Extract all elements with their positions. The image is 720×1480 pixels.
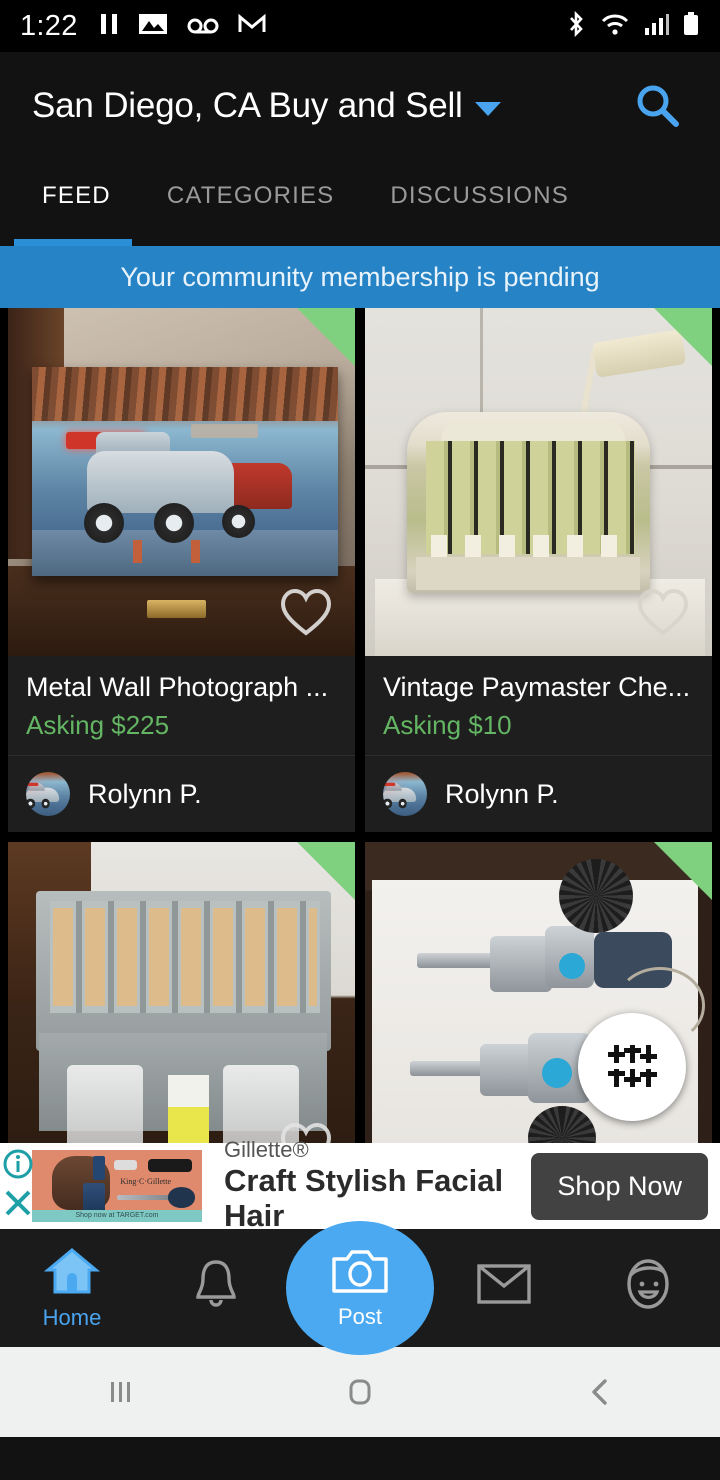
- cellular-signal-icon: [643, 10, 669, 43]
- new-listing-ribbon: [654, 308, 712, 366]
- listing-info: Vintage Paymaster Che... Asking $10: [365, 656, 712, 755]
- page-title[interactable]: San Diego, CA Buy and Sell: [32, 86, 463, 126]
- seller-name: Rolynn P.: [88, 778, 202, 809]
- heart-icon[interactable]: [279, 587, 333, 642]
- home-icon: [43, 1246, 101, 1301]
- pause-icon: [98, 11, 120, 42]
- listing-title: Vintage Paymaster Che...: [383, 672, 691, 702]
- info-icon[interactable]: [2, 1148, 34, 1185]
- ad-copy: Gillette® Craft Stylish Facial Hair: [202, 1138, 515, 1234]
- voicemail-icon: [186, 11, 220, 42]
- feed-list[interactable]: Metal Wall Photograph ... Asking $225 Ro…: [0, 308, 720, 1143]
- list-item[interactable]: Vintage Paymaster Che... Asking $10 Roly…: [365, 308, 712, 832]
- nav-label-post: Post: [337, 1303, 383, 1329]
- chevron-down-icon[interactable]: [474, 102, 501, 116]
- bottom-navigation-bar: Home Post: [0, 1221, 720, 1355]
- camera-icon: [329, 1247, 391, 1302]
- seller-name: Rolynn P.: [445, 778, 559, 809]
- tab-feed[interactable]: FEED: [42, 160, 111, 210]
- ad-sponsor-name: Gillette®: [224, 1138, 309, 1163]
- heart-icon[interactable]: [636, 587, 690, 642]
- avatar[interactable]: [26, 772, 70, 816]
- home-square-icon[interactable]: [240, 1370, 480, 1414]
- nav-item-profile[interactable]: [576, 1257, 720, 1320]
- listing-price: Asking $225: [26, 710, 170, 740]
- advertisement-banner[interactable]: King·C·Gillette Shop now at TARGET.com G…: [0, 1138, 720, 1233]
- new-listing-ribbon: [654, 842, 712, 900]
- nav-item-messages[interactable]: [432, 1262, 576, 1315]
- listing-image[interactable]: [8, 308, 355, 656]
- battery-icon: [682, 10, 700, 43]
- ad-creative-brand: King·C·Gillette: [120, 1177, 172, 1187]
- ad-creative-footer: Shop now at TARGET.com: [75, 1212, 159, 1220]
- close-icon[interactable]: [2, 1187, 34, 1224]
- listing-price: Asking $10: [383, 710, 512, 740]
- filter-sliders-icon[interactable]: [578, 1013, 686, 1121]
- tab-active-indicator: [14, 239, 132, 246]
- ad-badges[interactable]: [2, 1148, 34, 1224]
- listing-image[interactable]: [365, 308, 712, 656]
- shop-now-button[interactable]: Shop Now: [531, 1152, 708, 1220]
- new-listing-ribbon: [297, 308, 355, 366]
- photo-icon: [138, 11, 168, 42]
- status-bar-notification-icons: [98, 11, 266, 42]
- search-icon[interactable]: [628, 76, 688, 136]
- tab-discussions[interactable]: DISCUSSIONS: [390, 160, 569, 210]
- app-header: San Diego, CA Buy and Sell: [0, 52, 720, 160]
- tab-categories[interactable]: CATEGORIES: [167, 160, 335, 210]
- new-listing-ribbon: [297, 842, 355, 900]
- listing-title: Metal Wall Photograph ...: [26, 672, 329, 702]
- back-chevron-icon[interactable]: [480, 1370, 720, 1414]
- recents-icon[interactable]: [0, 1370, 240, 1414]
- nav-label-home: Home: [42, 1304, 102, 1330]
- status-bar-clock: 1:22: [20, 9, 78, 42]
- listing-image[interactable]: [8, 842, 355, 1143]
- tab-bar: FEED CATEGORIES DISCUSSIONS: [0, 160, 720, 246]
- wifi-icon: [600, 10, 630, 43]
- bluetooth-icon: [565, 10, 587, 43]
- listing-seller-row[interactable]: Rolynn P.: [365, 756, 712, 832]
- list-item[interactable]: [8, 842, 355, 1143]
- listing-info: Metal Wall Photograph ... Asking $225: [8, 656, 355, 755]
- android-navigation-bar: [0, 1347, 720, 1437]
- avatar[interactable]: [383, 772, 427, 816]
- status-bar: 1:22: [0, 0, 720, 52]
- post-button[interactable]: Post: [286, 1221, 434, 1355]
- envelope-icon: [476, 1262, 532, 1311]
- status-bar-system-icons: [565, 10, 700, 43]
- bell-icon: [191, 1257, 241, 1316]
- membership-pending-banner[interactable]: Your community membership is pending: [0, 246, 720, 308]
- listing-seller-row[interactable]: Rolynn P.: [8, 756, 355, 832]
- ad-creative-image[interactable]: King·C·Gillette Shop now at TARGET.com: [32, 1150, 202, 1222]
- gmail-icon: [238, 11, 266, 42]
- nav-item-notifications[interactable]: [144, 1257, 288, 1320]
- profile-face-icon: [623, 1257, 673, 1316]
- nav-item-home[interactable]: Home: [0, 1246, 144, 1331]
- app-screen: 1:22 San Diego, CA Buy and Sell FEED CAT…: [0, 0, 720, 1480]
- list-item[interactable]: Metal Wall Photograph ... Asking $225 Ro…: [8, 308, 355, 832]
